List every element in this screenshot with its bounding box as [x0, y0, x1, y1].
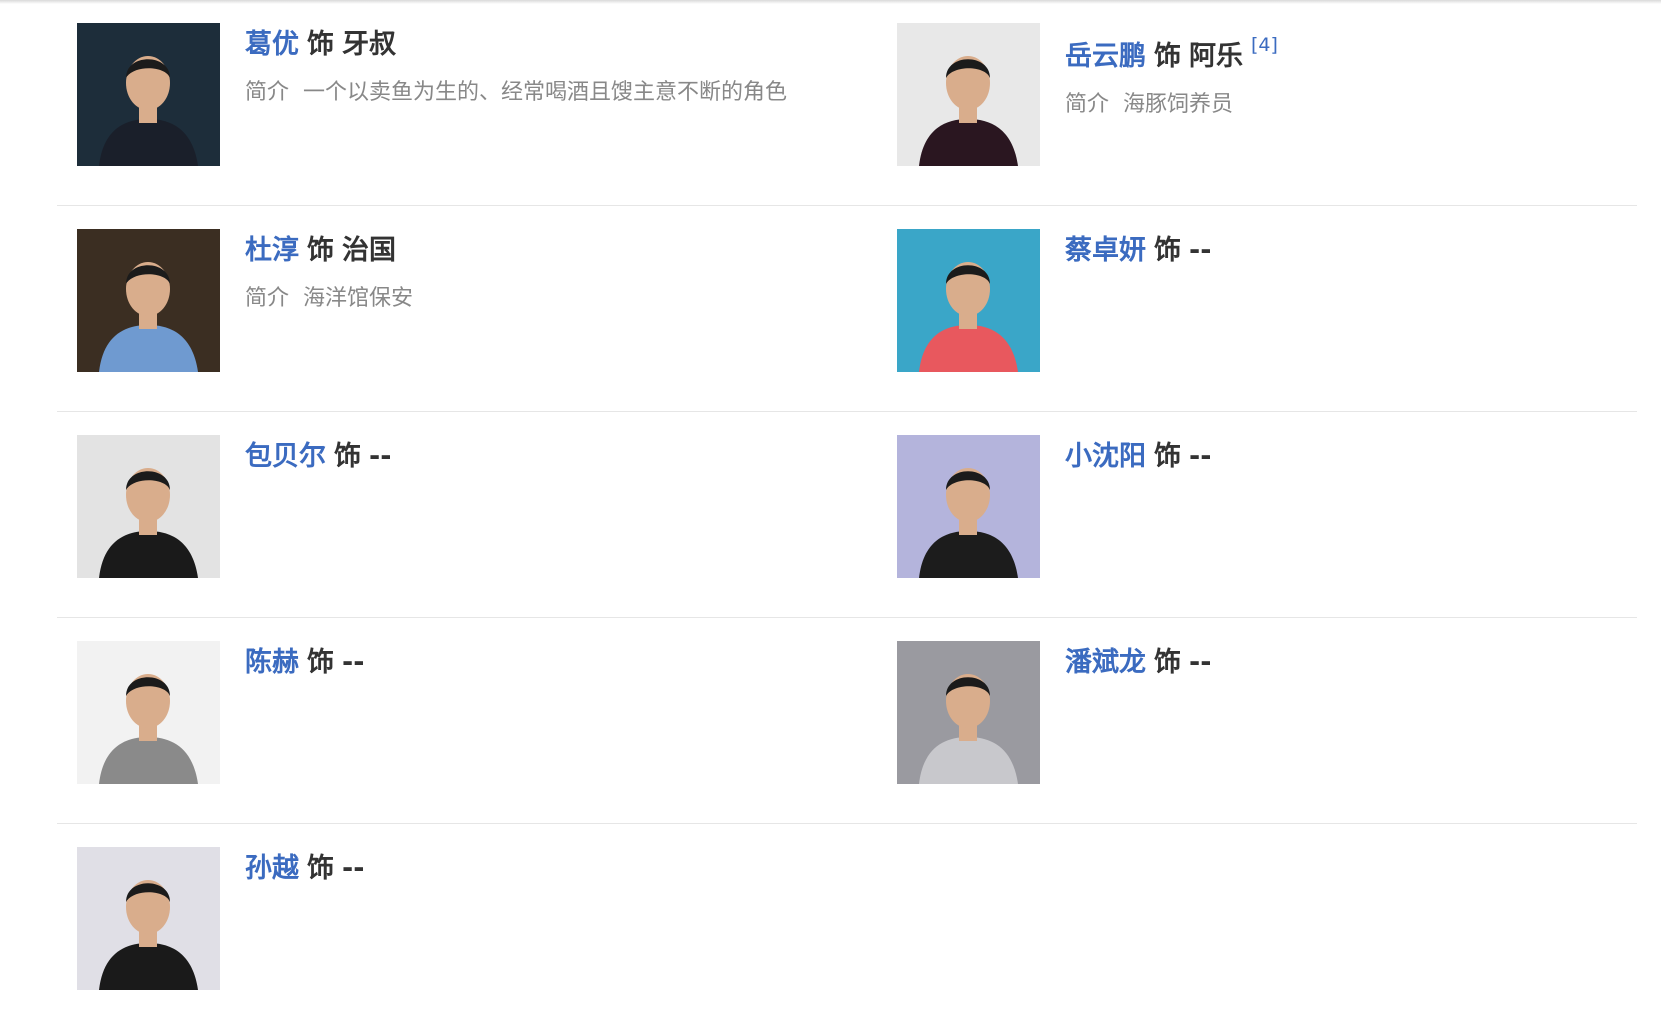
role-name: --	[342, 647, 365, 678]
plays-label: 饰	[307, 29, 334, 60]
actor-photo-icon	[77, 641, 220, 784]
role-intro: 简介 一个以卖鱼为生的、经常喝酒且馊主意不断的角色	[245, 71, 810, 114]
actor-photo[interactable]	[77, 641, 220, 784]
cast-item: 小沈阳饰 --	[897, 435, 1661, 585]
cast-row: 葛优饰牙叔 简介 一个以卖鱼为生的、经常喝酒且馊主意不断的角色 岳云鹏饰阿乐 [4] 简介…	[57, 0, 1637, 206]
plays-label: 饰	[307, 853, 334, 884]
actor-photo-icon	[897, 641, 1040, 784]
cast-item: 葛优饰牙叔 简介 一个以卖鱼为生的、经常喝酒且馊主意不断的角色	[77, 23, 857, 173]
actor-name-link[interactable]: 葛优	[245, 29, 299, 60]
cast-row: 包贝尔饰 -- 小沈阳饰 --	[57, 412, 1637, 618]
cast-info: 包贝尔饰 --	[245, 435, 825, 479]
actor-photo-icon	[77, 435, 220, 578]
actor-photo[interactable]	[897, 23, 1040, 166]
actor-photo[interactable]	[77, 435, 220, 578]
role-name: --	[1189, 235, 1212, 266]
actor-photo-icon	[77, 23, 220, 166]
cast-row: 杜淳饰治国 简介 海洋馆保安 蔡卓妍饰 --	[57, 206, 1637, 412]
actor-photo[interactable]	[897, 435, 1040, 578]
role-line: 岳云鹏饰阿乐 [4]	[1065, 23, 1645, 79]
actor-name-link[interactable]: 包贝尔	[245, 441, 326, 472]
role-name: 治国	[342, 235, 396, 266]
actor-photo[interactable]	[77, 229, 220, 372]
cast-info: 杜淳饰治国 简介 海洋馆保安	[245, 229, 825, 320]
actor-name-link[interactable]: 陈赫	[245, 647, 299, 678]
intro-text: 一个以卖鱼为生的、经常喝酒且馊主意不断的角色	[303, 80, 788, 105]
role-name: 牙叔	[342, 29, 396, 60]
actor-name-link[interactable]: 蔡卓妍	[1065, 235, 1146, 266]
intro-label: 简介	[245, 80, 290, 105]
role-line: 蔡卓妍饰 --	[1065, 229, 1645, 273]
plays-label: 饰	[1154, 647, 1181, 678]
role-name: --	[342, 853, 365, 884]
actor-name-link[interactable]: 小沈阳	[1065, 441, 1146, 472]
actor-photo[interactable]	[897, 229, 1040, 372]
role-line: 包贝尔饰 --	[245, 435, 825, 479]
plays-label: 饰	[1154, 41, 1181, 72]
actor-photo-icon	[897, 23, 1040, 166]
actor-photo-icon	[897, 229, 1040, 372]
role-line: 孙越饰 --	[245, 847, 825, 891]
role-name: --	[1189, 647, 1212, 678]
role-intro: 简介 海洋馆保安	[245, 277, 810, 320]
cast-info: 陈赫饰 --	[245, 641, 825, 685]
actor-photo-icon	[77, 847, 220, 990]
reference-link[interactable]: [4]	[1251, 34, 1278, 56]
cast-info: 潘斌龙饰 --	[1065, 641, 1645, 685]
actor-name-link[interactable]: 杜淳	[245, 235, 299, 266]
plays-label: 饰	[307, 235, 334, 266]
intro-label: 简介	[245, 286, 290, 311]
role-name: --	[1189, 441, 1212, 472]
role-line: 小沈阳饰 --	[1065, 435, 1645, 479]
role-intro: 简介 海豚饲养员	[1065, 83, 1630, 126]
intro-label: 简介	[1065, 92, 1110, 117]
actor-photo-icon	[77, 229, 220, 372]
actor-photo[interactable]	[897, 641, 1040, 784]
cast-item: 岳云鹏饰阿乐 [4] 简介 海豚饲养员	[897, 23, 1661, 173]
cast-row: 孙越饰 --	[57, 824, 1637, 1029]
cast-row: 陈赫饰 -- 潘斌龙饰 --	[57, 618, 1637, 824]
actor-name-link[interactable]: 潘斌龙	[1065, 647, 1146, 678]
actor-name-link[interactable]: 岳云鹏	[1065, 41, 1146, 72]
cast-list: 葛优饰牙叔 简介 一个以卖鱼为生的、经常喝酒且馊主意不断的角色 岳云鹏饰阿乐 [4] 简介…	[57, 0, 1637, 1029]
role-line: 葛优饰牙叔	[245, 23, 825, 67]
role-line: 陈赫饰 --	[245, 641, 825, 685]
role-name: --	[369, 441, 392, 472]
actor-photo[interactable]	[77, 847, 220, 990]
cast-item: 杜淳饰治国 简介 海洋馆保安	[77, 229, 857, 379]
plays-label: 饰	[1154, 441, 1181, 472]
cast-info: 小沈阳饰 --	[1065, 435, 1645, 479]
plays-label: 饰	[1154, 235, 1181, 266]
cast-info: 葛优饰牙叔 简介 一个以卖鱼为生的、经常喝酒且馊主意不断的角色	[245, 23, 825, 114]
cast-item: 潘斌龙饰 --	[897, 641, 1661, 791]
plays-label: 饰	[307, 647, 334, 678]
actor-name-link[interactable]: 孙越	[245, 853, 299, 884]
cast-item: 孙越饰 --	[77, 847, 857, 997]
cast-item: 蔡卓妍饰 --	[897, 229, 1661, 379]
intro-text: 海豚饲养员	[1123, 92, 1234, 117]
cast-info: 岳云鹏饰阿乐 [4] 简介 海豚饲养员	[1065, 23, 1645, 126]
cast-item: 陈赫饰 --	[77, 641, 857, 791]
actor-photo-icon	[897, 435, 1040, 578]
actor-photo[interactable]	[77, 23, 220, 166]
role-line: 杜淳饰治国	[245, 229, 825, 273]
intro-text: 海洋馆保安	[303, 286, 414, 311]
role-line: 潘斌龙饰 --	[1065, 641, 1645, 685]
cast-info: 蔡卓妍饰 --	[1065, 229, 1645, 273]
plays-label: 饰	[334, 441, 361, 472]
cast-info: 孙越饰 --	[245, 847, 825, 891]
role-name: 阿乐	[1189, 41, 1243, 72]
cast-item: 包贝尔饰 --	[77, 435, 857, 585]
